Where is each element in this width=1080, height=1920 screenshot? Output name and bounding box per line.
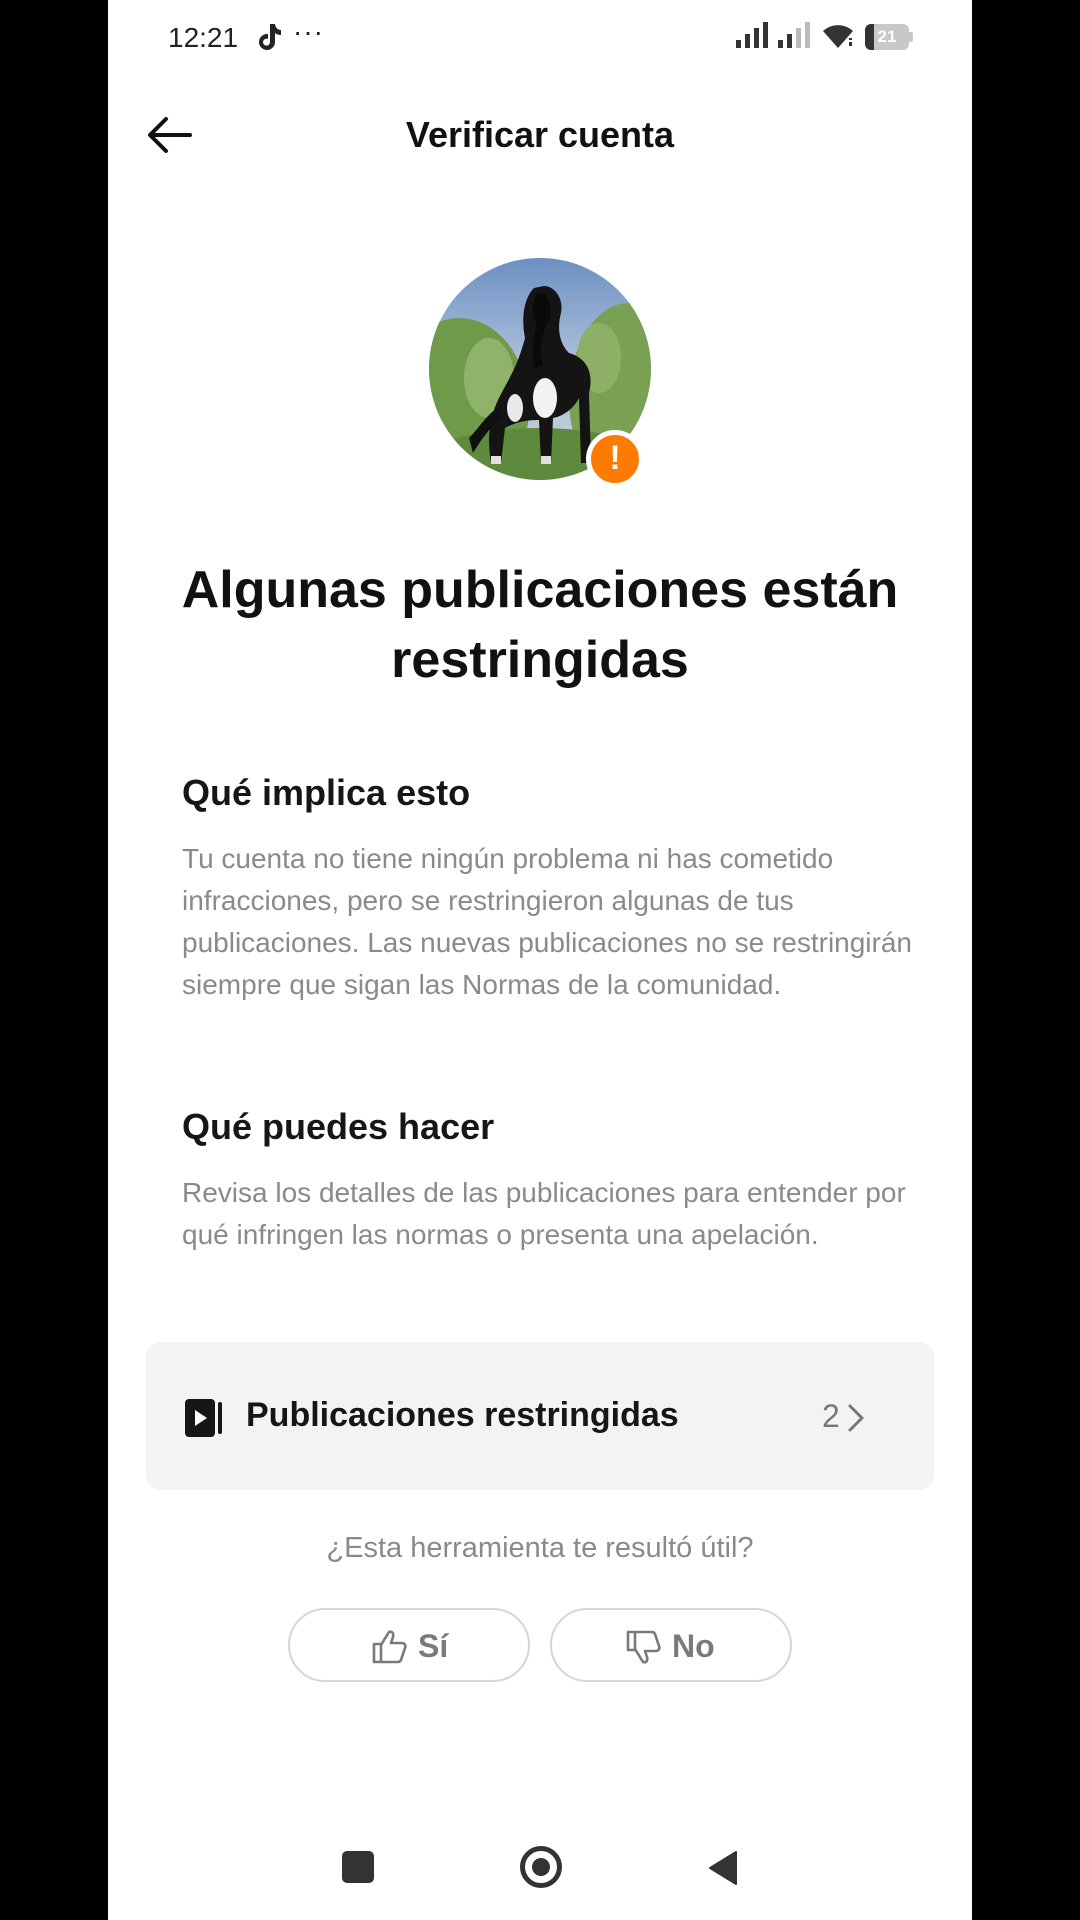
- signal-icon: [778, 22, 810, 48]
- main-heading: Algunas publicaciones están restringidas: [181, 561, 899, 689]
- page-title: Verificar cuenta: [405, 114, 675, 155]
- battery-indicator: 21: [865, 24, 913, 50]
- restricted-posts-label: Publicaciones restringidas: [246, 1396, 679, 1434]
- exclamation-icon: !: [609, 439, 621, 477]
- thumbs-down-icon: [626, 1630, 661, 1664]
- wifi-icon: [823, 25, 853, 48]
- section-body-implications: Tu cuenta no tiene ningún problema ni ha…: [182, 843, 912, 1000]
- restricted-posts-count: 2: [822, 1398, 840, 1434]
- feedback-yes-button[interactable]: Sí: [288, 1608, 530, 1682]
- section-title-actions: Qué puedes hacer: [182, 1106, 495, 1147]
- home-circle-icon[interactable]: [520, 1846, 562, 1888]
- tiktok-icon: [259, 24, 281, 50]
- section-title-implications: Qué implica esto: [182, 772, 471, 813]
- back-triangle-icon[interactable]: [706, 1850, 740, 1886]
- feedback-no-label: No: [672, 1628, 715, 1664]
- battery-level: 21: [877, 27, 897, 46]
- warning-badge: !: [586, 430, 644, 488]
- chevron-right-icon: [848, 1404, 864, 1432]
- video-play-icon: [185, 1399, 222, 1437]
- section-body-actions: Revisa los detalles de las publicaciones…: [182, 1177, 906, 1250]
- status-overflow: ···: [293, 16, 324, 47]
- thumbs-up-icon: [372, 1630, 407, 1664]
- restricted-posts-row[interactable]: Publicaciones restringidas 2: [146, 1342, 934, 1490]
- signal-icon: [736, 22, 768, 48]
- feedback-no-button[interactable]: No: [550, 1608, 792, 1682]
- feedback-question: ¿Esta herramienta te resultó útil?: [326, 1532, 754, 1564]
- feedback-yes-label: Sí: [418, 1628, 449, 1664]
- phone-screen: 12:21 ··· 21 Verificar cuenta ! Algunas …: [108, 0, 972, 1920]
- status-bar: 12:21 ··· 21: [108, 0, 972, 75]
- status-time: 12:21: [168, 22, 239, 53]
- recents-square-icon[interactable]: [342, 1851, 374, 1883]
